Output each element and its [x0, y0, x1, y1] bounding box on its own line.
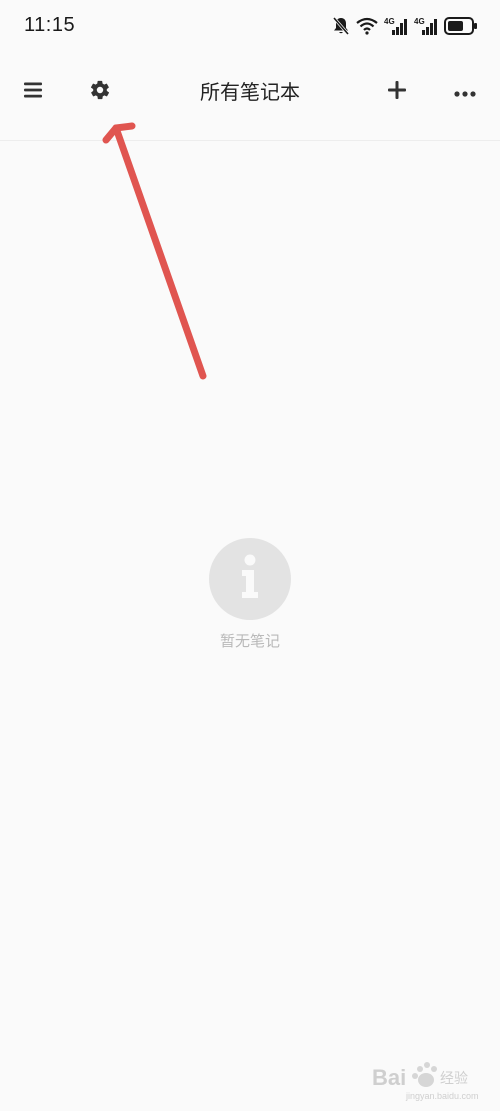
baidu-watermark: Bai 经验 jingyan.baidu.com [370, 1055, 488, 1103]
svg-text:Bai: Bai [372, 1065, 406, 1090]
page-title: 所有笔记本 [200, 80, 300, 104]
empty-state-circle [209, 538, 291, 620]
battery-fill [448, 21, 463, 31]
signal-4g-icon: 4G [414, 16, 438, 36]
status-bar: 11:15 4G 4G [0, 0, 500, 54]
svg-text:jingyan.baidu.com: jingyan.baidu.com [405, 1091, 479, 1101]
svg-text:经验: 经验 [440, 1071, 468, 1087]
svg-text:4G: 4G [384, 17, 395, 26]
settings-button[interactable] [80, 72, 120, 112]
paw-icon [412, 1062, 437, 1087]
status-time: 11:15 [24, 14, 76, 36]
plus-icon [387, 80, 407, 104]
battery-icon [444, 16, 478, 36]
more-button[interactable] [445, 72, 485, 112]
svg-text:4G: 4G [414, 17, 425, 26]
app-screen: 11:15 4G 4G 所有笔记本 暂无笔记 Bai 经验 jingyan.ba… [0, 0, 500, 1111]
menu-icon [23, 81, 43, 103]
toolbar: 所有笔记本 [0, 54, 500, 141]
bell-off-icon [332, 16, 350, 36]
menu-button[interactable] [13, 72, 53, 112]
more-icon [454, 83, 476, 102]
gear-icon [89, 79, 111, 105]
empty-state-message: 暂无笔记 [219, 632, 280, 650]
status-icons: 4G 4G [332, 14, 478, 38]
wifi-icon [356, 17, 378, 35]
add-button[interactable] [377, 72, 417, 112]
info-icon [238, 554, 262, 604]
empty-state: 暂无笔记 [150, 538, 350, 651]
signal-4g-icon: 4G [384, 16, 408, 36]
